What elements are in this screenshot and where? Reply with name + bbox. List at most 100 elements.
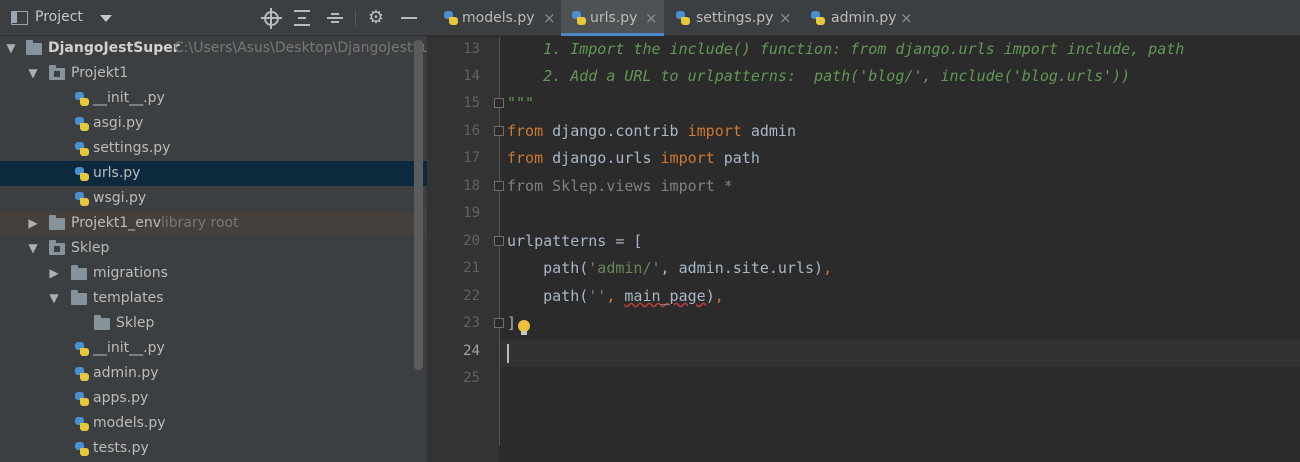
- tree-item-file[interactable]: settings.py: [0, 136, 427, 161]
- python-file-icon: [74, 91, 90, 107]
- project-window-icon[interactable]: [11, 11, 28, 25]
- expand-all-icon[interactable]: [292, 8, 312, 28]
- chevron-down-icon[interactable]: ▼: [26, 236, 40, 261]
- code-token: ): [705, 287, 715, 305]
- locate-icon[interactable]: [260, 7, 282, 29]
- code-line: path('admin/', admin.site.urls),: [507, 255, 832, 282]
- code-token: ,: [823, 259, 833, 277]
- tree-item-file[interactable]: apps.py: [0, 386, 427, 411]
- code-editor[interactable]: 13 14 15 16 17 18 19 20 21 22 23 24 25 1…: [427, 37, 1300, 462]
- tree-item-templates-sklep[interactable]: Sklep: [0, 311, 427, 336]
- tree-item-migrations[interactable]: ▶ migrations: [0, 261, 427, 286]
- module-folder-icon: [49, 65, 65, 80]
- code-token: django.urls: [543, 149, 661, 167]
- line-number: 17: [463, 150, 480, 166]
- close-icon[interactable]: ×: [543, 0, 556, 36]
- folder-icon: [71, 265, 87, 280]
- fold-marker-icon[interactable]: [494, 126, 504, 136]
- dropdown-icon[interactable]: [100, 15, 112, 22]
- close-icon[interactable]: ×: [900, 0, 913, 36]
- project-panel-header: Project ⚙: [0, 0, 427, 36]
- line-number: 14: [463, 68, 480, 84]
- chevron-down-icon[interactable]: ▼: [4, 36, 18, 61]
- collapse-all-icon[interactable]: [325, 8, 345, 28]
- python-file-icon: [74, 191, 90, 207]
- line-number-current: 24: [463, 343, 480, 359]
- tree-item-label: urls.py: [93, 165, 141, 181]
- code-token: path(: [507, 287, 589, 305]
- tree-item-file[interactable]: wsgi.py: [0, 186, 427, 211]
- fold-marker-icon[interactable]: [494, 236, 504, 246]
- tab-admin-py[interactable]: admin.py ×: [804, 0, 916, 36]
- tree-item-file-selected[interactable]: urls.py: [0, 161, 427, 186]
- hide-icon[interactable]: [399, 8, 419, 28]
- code-token-string: 'admin/': [588, 259, 661, 277]
- line-number: 25: [463, 370, 480, 386]
- tree-item-file[interactable]: tests.py: [0, 436, 427, 461]
- tree-item-label: tests.py: [93, 440, 149, 456]
- tab-label: models.py: [462, 10, 535, 26]
- tree-item-hint: library root: [161, 215, 239, 231]
- tree-item-label: asgi.py: [93, 115, 144, 131]
- tab-settings-py[interactable]: settings.py ×: [669, 0, 794, 36]
- chevron-down-icon[interactable]: ▼: [26, 61, 40, 86]
- editor-tabs: models.py × urls.py × settings.py × admi…: [427, 0, 1300, 36]
- tree-item-label: models.py: [93, 415, 166, 431]
- tree-item-projekt1[interactable]: ▼ Projekt1: [0, 61, 427, 86]
- tree-scrollbar[interactable]: [414, 40, 423, 370]
- tree-item-label: __init__.py: [93, 90, 165, 106]
- code-line: from django.urls import path: [507, 145, 760, 172]
- tree-item-label: settings.py: [93, 140, 171, 156]
- code-token: path(: [507, 259, 589, 277]
- tree-item-projekt1-env[interactable]: ▶ Projekt1_env library root: [0, 211, 427, 236]
- line-number: 23: [463, 315, 480, 331]
- python-file-icon: [74, 166, 90, 182]
- code-token: from: [507, 149, 544, 167]
- folder-icon: [26, 40, 42, 55]
- code-token: path: [714, 149, 760, 167]
- line-number: 19: [463, 205, 480, 221]
- code-token: django.contrib: [543, 122, 688, 140]
- tree-item-label: Projekt1_env: [71, 215, 161, 231]
- python-file-icon: [74, 391, 90, 407]
- code-token: ,: [714, 287, 724, 305]
- tree-item-label: apps.py: [93, 390, 149, 406]
- lightbulb-icon[interactable]: [518, 320, 530, 335]
- tree-item-label: Sklep: [116, 315, 155, 331]
- close-icon[interactable]: ×: [779, 0, 792, 36]
- python-file-icon: [74, 441, 90, 457]
- code-token: import: [660, 149, 715, 167]
- tree-item-file[interactable]: __init__.py: [0, 336, 427, 361]
- fold-marker-icon[interactable]: [494, 181, 504, 191]
- tree-item-file[interactable]: asgi.py: [0, 111, 427, 136]
- python-file-icon: [74, 141, 90, 157]
- code-token: , admin.site.urls): [660, 259, 824, 277]
- tab-urls-py[interactable]: urls.py ×: [561, 0, 664, 36]
- fold-marker-icon[interactable]: [494, 318, 504, 328]
- panel-title[interactable]: Project: [35, 9, 83, 25]
- folder-icon: [94, 315, 110, 330]
- tree-item-file[interactable]: models.py: [0, 411, 427, 436]
- tree-item-sklep[interactable]: ▼ Sklep: [0, 236, 427, 261]
- header-separator: [355, 10, 356, 26]
- python-file-icon: [74, 416, 90, 432]
- tree-item-templates[interactable]: ▼ templates: [0, 286, 427, 311]
- code-token: from: [507, 122, 544, 140]
- python-file-icon: [74, 116, 90, 132]
- gear-icon[interactable]: ⚙: [366, 8, 386, 28]
- tree-item-file[interactable]: admin.py: [0, 361, 427, 386]
- chevron-right-icon[interactable]: ▶: [26, 211, 40, 236]
- tab-models-py[interactable]: models.py ×: [433, 0, 557, 36]
- line-number: 18: [463, 178, 480, 194]
- tree-item-djangojestsuper[interactable]: ▼ DjangoJestSuper C:\Users\Asus\Desktop\…: [0, 36, 439, 61]
- tree-item-path: C:\Users\Asus\Desktop\DjangoJestSup: [174, 40, 440, 56]
- line-number: 20: [463, 233, 480, 249]
- close-icon[interactable]: ×: [645, 0, 658, 36]
- code-line: ]: [507, 314, 517, 332]
- chevron-right-icon[interactable]: ▶: [47, 261, 61, 286]
- chevron-down-icon[interactable]: ▼: [47, 286, 61, 311]
- fold-marker-icon[interactable]: [494, 98, 504, 108]
- tree-item-label: admin.py: [93, 365, 159, 381]
- tree-item-file[interactable]: __init__.py: [0, 86, 427, 111]
- module-folder-icon: [49, 240, 65, 255]
